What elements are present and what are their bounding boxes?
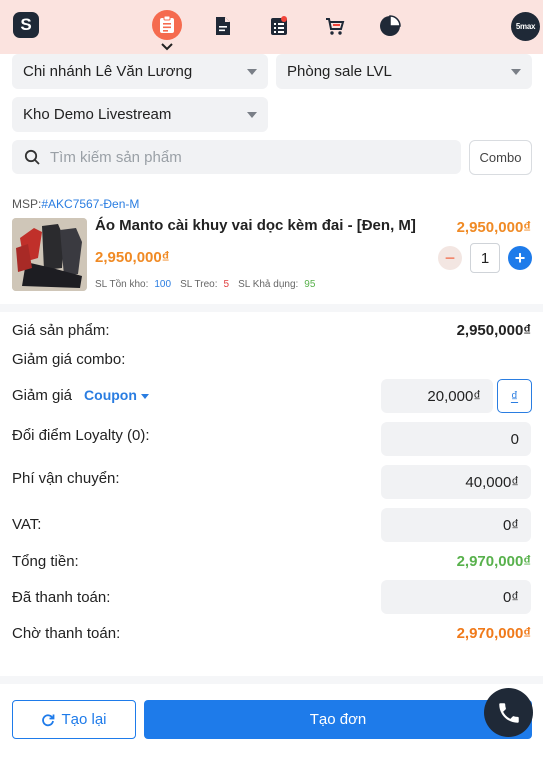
hold-value: 5 [223, 279, 230, 290]
shipping-label: Phí vận chuyển: [12, 470, 120, 487]
product-sku: MSP:#AKC7567-Đen-M [12, 197, 139, 211]
hold-label: SL Treo: [180, 279, 218, 290]
vat-label: VAT: [12, 516, 42, 533]
discount-row-label: Giảm giá Coupon [12, 387, 149, 404]
total-value: 2,970,000₫ [456, 553, 531, 570]
department-select-value: Phòng sale LVL [287, 63, 392, 80]
combo-button[interactable]: Combo [469, 140, 532, 175]
product-search [12, 140, 461, 174]
product-thumbnail[interactable] [12, 218, 87, 291]
increase-quantity-button[interactable]: + [508, 246, 532, 270]
warehouse-select-value: Kho Demo Livestream [23, 106, 172, 123]
stock-info: SL Tồn kho: 100 SL Treo: 5 SL Khả dụng: 95 [95, 279, 315, 290]
product-unit-price: 2,950,000₫ [95, 249, 170, 266]
brand-badge[interactable]: 5max [511, 12, 540, 41]
discount-input[interactable]: 20,000₫ [381, 379, 493, 413]
reset-button-label: Tạo lại [61, 711, 107, 728]
pie-chart-icon[interactable] [376, 12, 404, 40]
stock-value: 100 [154, 279, 172, 290]
product-line-total: 2,950,000₫ [456, 219, 531, 236]
product-name[interactable]: Áo Manto cài khuy vai dọc kèm đai - [Đen… [95, 217, 435, 234]
paid-label: Đã thanh toán: [12, 589, 111, 606]
total-label: Tổng tiền: [12, 553, 79, 570]
quantity-input[interactable]: 1 [470, 243, 500, 273]
product-price-label: Giá sản phẩm: [12, 322, 110, 339]
pending-value: 2,970,000₫ [456, 625, 531, 642]
document-icon[interactable] [209, 12, 237, 40]
pending-label: Chờ thanh toán: [12, 625, 121, 642]
warehouse-select[interactable]: Kho Demo Livestream [12, 97, 268, 132]
branch-select-value: Chi nhánh Lê Văn Lương [23, 63, 193, 80]
section-divider [0, 676, 543, 684]
chevron-down-icon [161, 43, 173, 51]
sku-label: MSP: [12, 197, 42, 211]
checklist-icon[interactable] [265, 12, 293, 40]
caret-down-icon [511, 69, 521, 75]
discount-label: Giảm giá [12, 387, 73, 404]
coupon-dropdown[interactable]: Coupon [84, 387, 149, 403]
vat-input[interactable]: 0₫ [381, 508, 531, 542]
product-price-value: 2,950,000₫ [456, 322, 531, 339]
available-value: 95 [304, 279, 316, 290]
decrease-quantity-button[interactable]: − [438, 246, 462, 270]
app-logo[interactable]: S [13, 12, 39, 38]
available-label: SL Khả dụng: [238, 279, 299, 290]
search-input[interactable] [50, 148, 430, 166]
top-nav-bar: S 5max [0, 0, 543, 54]
discount-unit-toggle[interactable]: ₫ [497, 379, 532, 413]
loyalty-input[interactable]: 0 [381, 422, 531, 456]
cart-icon[interactable] [321, 12, 349, 40]
phone-icon[interactable] [484, 688, 533, 737]
stock-label: SL Tồn kho: [95, 279, 149, 290]
caret-down-icon [247, 112, 257, 118]
sku-code[interactable]: #AKC7567-Đen-M [41, 197, 139, 211]
combo-discount-label: Giảm giá combo: [12, 351, 126, 368]
department-select[interactable]: Phòng sale LVL [276, 54, 532, 89]
section-divider [0, 304, 543, 312]
caret-down-icon [247, 69, 257, 75]
search-icon [24, 149, 40, 165]
shipping-fee-input[interactable]: 40,000₫ [381, 465, 531, 499]
refresh-icon [42, 713, 55, 726]
branch-select[interactable]: Chi nhánh Lê Văn Lương [12, 54, 268, 89]
paid-input[interactable]: 0₫ [381, 580, 531, 614]
order-clipboard-icon[interactable] [152, 10, 182, 40]
reset-button[interactable]: Tạo lại [12, 700, 136, 739]
loyalty-label: Đổi điểm Loyalty (0): [12, 427, 150, 444]
create-order-button[interactable]: Tạo đơn [144, 700, 532, 739]
